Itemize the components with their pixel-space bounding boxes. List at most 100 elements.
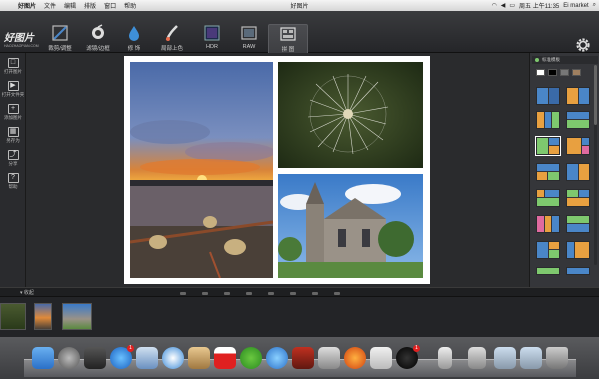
window-stack-icon[interactable] bbox=[494, 347, 516, 369]
downloads-stack-icon[interactable] bbox=[468, 347, 486, 369]
layout-control-3[interactable] bbox=[224, 291, 230, 295]
template-11[interactable] bbox=[536, 215, 560, 233]
layout-control-2[interactable] bbox=[202, 291, 208, 295]
brush-icon bbox=[165, 25, 178, 41]
menu-help[interactable]: 帮助 bbox=[120, 1, 140, 10]
swatch-white[interactable] bbox=[536, 69, 545, 76]
collage-photo-church[interactable] bbox=[278, 174, 423, 278]
template-15[interactable] bbox=[536, 267, 560, 275]
left-sidebar: □ 打开图片 ▶ 打开文件夹 + 添加图片 ▦ 另存为 ⤴ 分享 ? 帮助 bbox=[0, 53, 26, 287]
logo-text: 好图片 bbox=[4, 33, 34, 44]
template-3[interactable] bbox=[536, 111, 560, 129]
collage-photo-sunset[interactable] bbox=[130, 62, 273, 278]
tool-local-color-label: 局部上色 bbox=[160, 46, 183, 52]
template-2[interactable] bbox=[566, 87, 590, 105]
layout-control-1[interactable] bbox=[180, 291, 186, 295]
sidebar-save-as[interactable]: ▦ 另存为 bbox=[0, 127, 26, 144]
menu-file[interactable]: 文件 bbox=[40, 1, 60, 10]
textedit-icon[interactable] bbox=[370, 347, 392, 369]
hdr-icon bbox=[204, 25, 220, 41]
save-as-icon: ▦ bbox=[7, 127, 19, 137]
sidebar-help[interactable]: ? 帮助 bbox=[0, 173, 26, 190]
collage-photo-dandelion[interactable] bbox=[278, 62, 423, 168]
tool-raw-label: RAW bbox=[242, 44, 256, 50]
sidebar-open-folder[interactable]: ▶ 打开文件夹 bbox=[0, 81, 26, 98]
spotlight-icon[interactable]: ⌕ bbox=[593, 2, 596, 9]
swatch-texture[interactable] bbox=[572, 69, 581, 76]
collapse-filmstrip-button[interactable]: ▾ 收起 bbox=[20, 289, 34, 296]
app-store-icon[interactable]: 1 bbox=[110, 345, 134, 369]
swatch-black[interactable] bbox=[548, 69, 557, 76]
collage-frame[interactable] bbox=[124, 56, 430, 284]
menu-layout[interactable]: 排版 bbox=[80, 1, 100, 10]
template-9[interactable] bbox=[536, 189, 560, 207]
template-panel-header[interactable]: 标准模板 bbox=[532, 56, 598, 64]
layout-control-8[interactable] bbox=[334, 291, 340, 295]
template-8[interactable] bbox=[566, 163, 590, 181]
sidebar-share[interactable]: ⤴ 分享 bbox=[0, 150, 26, 167]
launchpad-icon[interactable] bbox=[58, 347, 80, 369]
toolbar: 好图片 HAOZHAOPIAN.COM 裁剪/调整 滤镜/边框 修 饰 局部上色… bbox=[0, 11, 599, 62]
sunset-photo-image bbox=[130, 62, 273, 278]
tool-retouch-label: 修 饰 bbox=[127, 46, 141, 52]
volume-icon[interactable]: ◀ bbox=[501, 2, 506, 9]
haotupian-dock-icon[interactable] bbox=[240, 347, 262, 369]
template-16[interactable] bbox=[566, 267, 590, 275]
trash-icon[interactable] bbox=[546, 347, 568, 369]
calendar-icon[interactable] bbox=[214, 347, 236, 369]
open-folder-icon: ▶ bbox=[7, 81, 19, 91]
menu-edit[interactable]: 编辑 bbox=[60, 1, 80, 10]
template-6[interactable] bbox=[566, 137, 590, 155]
photo-booth-icon[interactable] bbox=[292, 347, 314, 369]
filmstrip-thumb-sunset[interactable] bbox=[34, 303, 52, 330]
sidebar-save-as-label: 另存为 bbox=[6, 138, 20, 143]
template-panel-title: 标准模板 bbox=[542, 57, 560, 62]
filmstrip-thumb-church[interactable] bbox=[62, 303, 92, 330]
template-7[interactable] bbox=[536, 163, 560, 181]
mac-dock: 1 1 bbox=[0, 337, 599, 379]
filmstrip-thumb-dandelion[interactable] bbox=[0, 303, 26, 330]
template-scrollbar[interactable] bbox=[594, 65, 597, 265]
template-panel: 标准模板 bbox=[529, 53, 599, 287]
open-image-icon: □ bbox=[7, 58, 19, 68]
safari-icon[interactable] bbox=[162, 347, 184, 369]
preview-icon[interactable] bbox=[136, 347, 158, 369]
layout-control-7[interactable] bbox=[312, 291, 318, 295]
filmstrip-toolbar: ▾ 收起 bbox=[0, 287, 599, 297]
clock[interactable]: 周五 上午11:35 bbox=[519, 1, 559, 10]
layout-control-5[interactable] bbox=[268, 291, 274, 295]
finder-icon[interactable] bbox=[32, 347, 54, 369]
document-stack-icon[interactable] bbox=[438, 347, 452, 369]
collage-icon bbox=[280, 27, 296, 41]
battery-icon[interactable]: ▭ bbox=[509, 2, 515, 9]
template-5-selected[interactable] bbox=[535, 136, 561, 156]
swatch-gray[interactable] bbox=[560, 69, 569, 76]
share-icon: ⤴ bbox=[7, 150, 19, 160]
menu-app-name[interactable]: 好图片 bbox=[14, 1, 40, 10]
user-name[interactable]: Ei market bbox=[563, 3, 588, 9]
sidebar-open-image[interactable]: □ 打开图片 bbox=[0, 58, 26, 75]
menu-window[interactable]: 窗口 bbox=[100, 1, 120, 10]
mission-control-icon[interactable] bbox=[84, 347, 106, 369]
sidebar-open-image-label: 打开图片 bbox=[4, 69, 22, 74]
template-4[interactable] bbox=[566, 111, 590, 129]
itunes-icon[interactable] bbox=[266, 347, 288, 369]
firefox-icon[interactable] bbox=[344, 347, 366, 369]
template-13[interactable] bbox=[536, 241, 560, 259]
tool-filter-border-label: 滤镜/边框 bbox=[86, 46, 110, 52]
gear-icon[interactable] bbox=[575, 37, 591, 53]
border-color-swatches bbox=[536, 69, 581, 76]
system-preferences-icon[interactable] bbox=[318, 347, 340, 369]
wifi-icon[interactable]: ◠ bbox=[491, 2, 496, 9]
layout-control-4[interactable] bbox=[246, 291, 252, 295]
contacts-icon[interactable] bbox=[188, 347, 210, 369]
template-14[interactable] bbox=[566, 241, 590, 259]
template-12[interactable] bbox=[566, 215, 590, 233]
window-stack-2-icon[interactable] bbox=[520, 347, 542, 369]
template-1[interactable] bbox=[536, 87, 560, 105]
qq-icon[interactable]: 1 bbox=[396, 345, 420, 369]
sidebar-add-image[interactable]: + 添加图片 bbox=[0, 104, 26, 121]
layout-control-6[interactable] bbox=[290, 291, 296, 295]
church-photo-image bbox=[278, 174, 423, 278]
template-10[interactable] bbox=[566, 189, 590, 207]
